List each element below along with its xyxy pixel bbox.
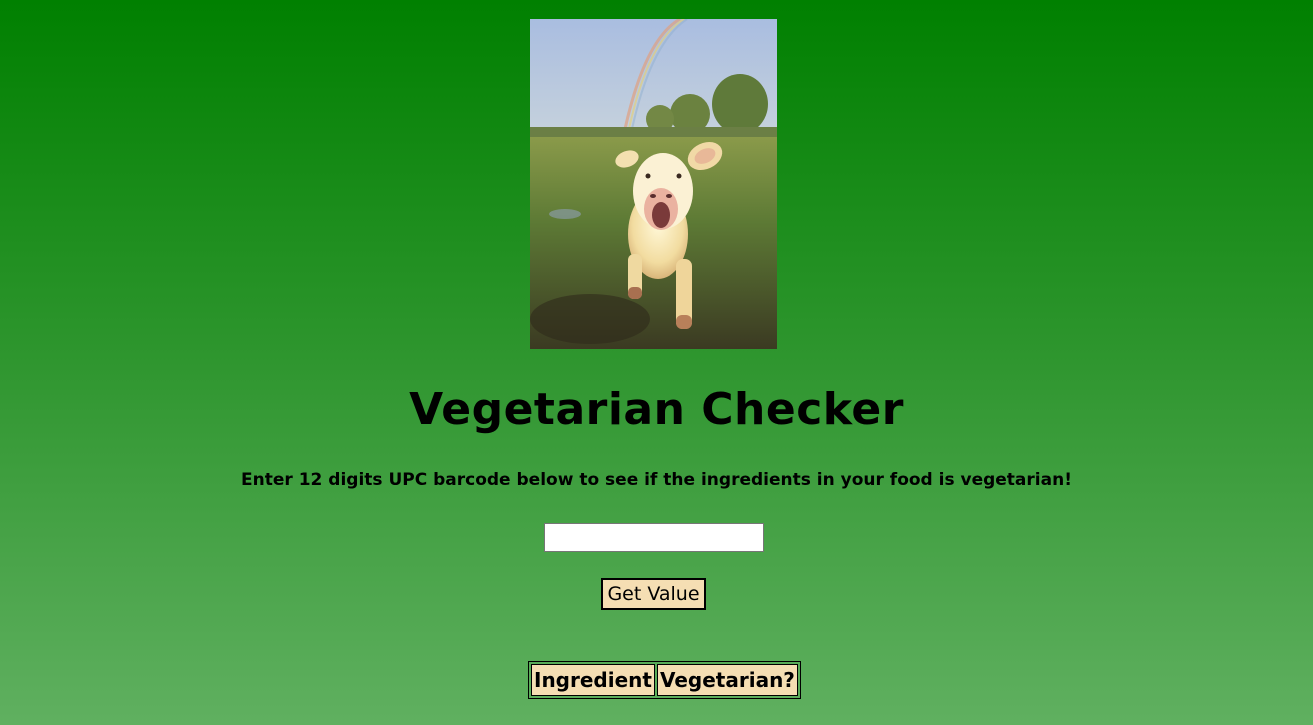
column-header-vegetarian: Vegetarian? (656, 664, 798, 696)
instructions-text: Enter 12 digits UPC barcode below to see… (241, 470, 1072, 490)
column-header-ingredient: Ingredient (531, 664, 655, 696)
upc-barcode-input[interactable] (544, 523, 764, 552)
results-table: Ingredient Vegetarian? (528, 661, 801, 699)
calf-photo-illustration (530, 19, 777, 349)
results-table-header: Ingredient Vegetarian? (531, 664, 798, 696)
page-title: Vegetarian Checker (409, 384, 904, 435)
results-header-row: Ingredient Vegetarian? (531, 664, 798, 696)
get-value-button[interactable]: Get Value (601, 578, 706, 610)
calf-photo (530, 19, 777, 349)
